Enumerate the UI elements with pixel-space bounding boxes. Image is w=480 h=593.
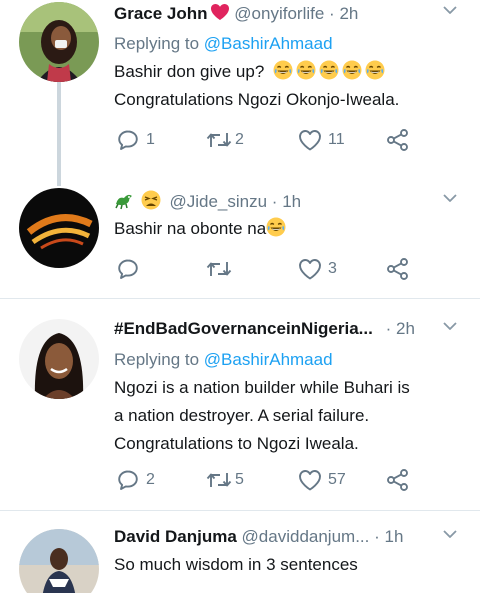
separator-dot: · — [385, 319, 392, 338]
display-name[interactable]: David Danjuma — [114, 527, 237, 546]
tweet-text: Bashir na obonte na — [114, 215, 466, 243]
timestamp[interactable]: 2h — [396, 319, 415, 338]
tweet-jide-sinzu[interactable]: @Jide_sinzu · 1h Bashir na obonte na 3 — [0, 180, 480, 297]
share-icon — [386, 257, 410, 281]
user-handle[interactable]: @daviddanjum... — [242, 527, 370, 546]
share-icon — [386, 468, 410, 492]
heart-emoji — [210, 4, 229, 20]
replying-to-prefix: Replying to — [114, 350, 204, 369]
like-button[interactable]: 11 — [298, 127, 345, 153]
avatar[interactable] — [19, 2, 99, 82]
reply-icon — [116, 468, 140, 492]
reply-button[interactable] — [116, 256, 140, 282]
laughing-face-emoji — [296, 60, 316, 80]
reply-button[interactable]: 1 — [116, 127, 155, 153]
chevron-down-icon[interactable] — [442, 318, 458, 334]
dragon-emoji — [115, 194, 132, 210]
retweet-icon — [206, 469, 232, 491]
replying-to-prefix: Replying to — [114, 34, 204, 53]
like-count: 11 — [328, 131, 345, 148]
retweet-button[interactable]: 5 — [206, 467, 244, 493]
tweet-text-line: Bashir don give up? — [114, 62, 265, 81]
tweet-david-danjuma[interactable]: David Danjuma @daviddanjum... · 1h So mu… — [0, 511, 480, 593]
retweet-icon — [206, 129, 232, 151]
reply-icon — [116, 257, 140, 281]
retweet-icon — [206, 258, 232, 280]
timestamp[interactable]: 1h — [385, 527, 404, 546]
heart-icon — [298, 258, 322, 280]
laughing-face-emoji — [342, 60, 362, 80]
user-handle[interactable]: @Jide_sinzu — [169, 192, 267, 211]
tweet-text-line: Congratulations to Ngozi Iweala. — [114, 434, 359, 453]
retweet-button[interactable]: 2 — [206, 127, 244, 153]
laughing-face-emoji — [365, 60, 385, 80]
like-button[interactable]: 3 — [298, 256, 337, 282]
chevron-down-icon[interactable] — [442, 190, 458, 206]
reply-count: 2 — [146, 471, 155, 488]
share-button[interactable] — [386, 256, 410, 282]
reply-button[interactable]: 2 — [116, 467, 155, 493]
avatar[interactable] — [19, 188, 99, 268]
separator-dot: · — [329, 4, 335, 23]
timestamp[interactable]: 1h — [282, 192, 301, 211]
tweet-text: So much wisdom in 3 sentences — [114, 551, 466, 579]
replying-to: Replying to @BashirAhmaad — [114, 349, 466, 371]
tweet-text-line: Bashir na obonte na — [114, 219, 267, 238]
separator-dot: · — [271, 192, 278, 211]
reply-icon — [116, 128, 140, 152]
tweet-endbadgovernance[interactable]: #EndBadGovernanceinNigeria... · 2h Reply… — [0, 299, 480, 509]
separator-dot: · — [374, 527, 380, 546]
replying-to-link[interactable]: @BashirAhmaad — [204, 34, 333, 53]
share-button[interactable] — [386, 467, 410, 493]
tweet-text: Bashir don give up? Congratulations Ngoz… — [114, 58, 466, 114]
chevron-down-icon[interactable] — [442, 2, 458, 18]
reply-count: 1 — [146, 131, 155, 148]
heart-icon — [298, 469, 322, 491]
chevron-down-icon[interactable] — [442, 526, 458, 542]
replying-to: Replying to @BashirAhmaad — [114, 33, 466, 55]
avatar[interactable] — [19, 319, 99, 399]
display-name[interactable]: #EndBadGovernanceinNigeria... — [114, 319, 373, 338]
retweet-button[interactable] — [206, 256, 232, 282]
like-count: 57 — [328, 471, 346, 488]
like-count: 3 — [328, 260, 337, 277]
avatar[interactable] — [19, 529, 99, 593]
heart-icon — [298, 129, 322, 151]
tweet-grace-john[interactable]: Grace John @onyiforlife · 2h Replying to… — [0, 0, 480, 180]
retweet-count: 5 — [235, 471, 244, 488]
share-button[interactable] — [386, 127, 410, 153]
timestamp[interactable]: 2h — [339, 4, 358, 23]
laughing-face-emoji — [266, 217, 286, 237]
tweet-text-line: Ngozi is a nation builder while Buhari i… — [114, 378, 410, 397]
laughing-face-emoji — [273, 60, 293, 80]
replying-to-link[interactable]: @BashirAhmaad — [204, 350, 333, 369]
display-name[interactable]: Grace John — [114, 4, 208, 23]
tweet-text: Ngozi is a nation builder while Buhari i… — [114, 374, 466, 458]
tweet-text-line: a nation destroyer. A serial failure. — [114, 406, 370, 425]
tweet-text-line: So much wisdom in 3 sentences — [114, 555, 358, 574]
retweet-count: 2 — [235, 131, 244, 148]
user-handle[interactable]: @onyiforlife — [234, 4, 324, 23]
like-button[interactable]: 57 — [298, 467, 346, 493]
laughing-face-emoji — [319, 60, 339, 80]
share-icon — [386, 128, 410, 152]
tired-face-emoji — [141, 190, 161, 210]
tweet-text-line: Congratulations Ngozi Okonjo-Iweala. — [114, 90, 400, 109]
